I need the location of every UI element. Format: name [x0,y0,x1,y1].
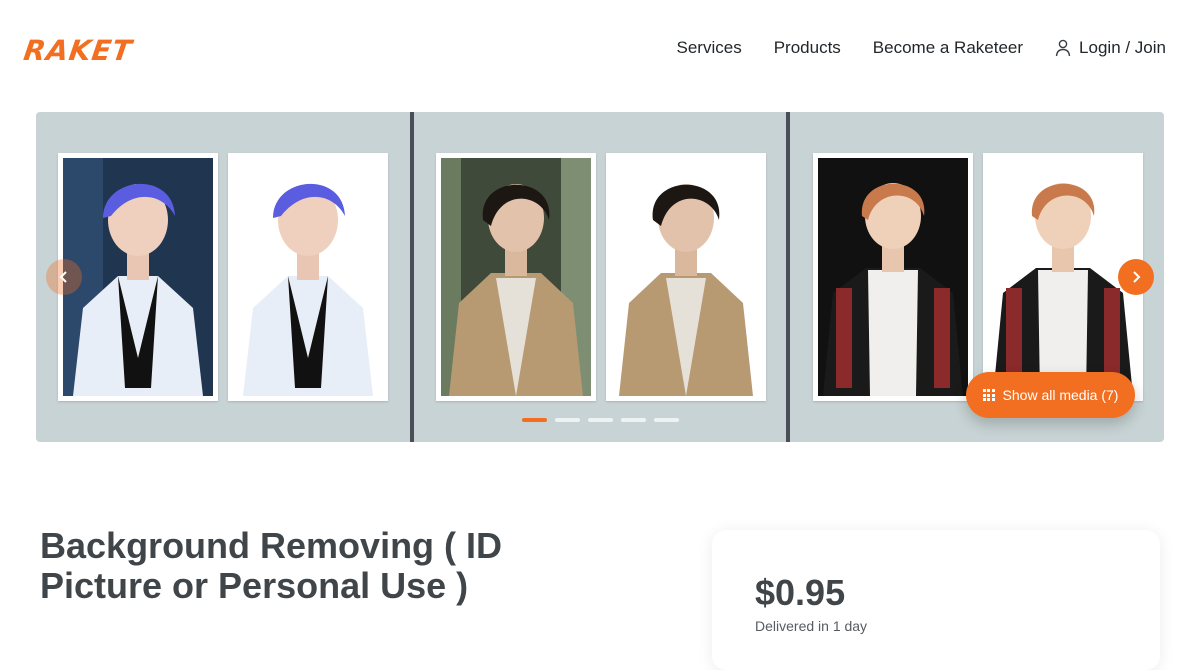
before-photo [436,153,596,401]
portrait-image [988,158,1138,396]
nav-become-raketeer[interactable]: Become a Raketeer [873,38,1023,58]
slide-divider [786,112,790,442]
login-join-label: Login / Join [1079,38,1166,57]
before-photo [813,153,973,401]
show-all-media-label: Show all media (7) [1002,387,1119,403]
after-photo [228,153,388,401]
user-icon [1055,39,1071,57]
price-card: $0.95 Delivered in 1 day [712,530,1160,670]
login-join-link[interactable]: Login / Join [1055,38,1166,58]
price-value: $0.95 [755,572,846,613]
before-photo [58,153,218,401]
pagination-dot[interactable] [621,418,646,422]
gallery-next-button[interactable] [1118,259,1154,295]
pagination-dot[interactable] [522,418,547,422]
gallery-slide-2[interactable] [414,112,786,442]
portrait-image [63,158,213,396]
gallery-slide-1[interactable] [36,112,410,442]
show-all-media-button[interactable]: Show all media (7) [966,372,1135,418]
gallery-pagination [522,418,679,422]
media-gallery[interactable]: Show all media (7) [36,112,1164,442]
portrait-image [441,158,591,396]
raket-logo[interactable]: RAKET [22,34,135,67]
portrait-image [233,158,383,396]
grid-icon [982,389,995,401]
after-photo [606,153,766,401]
listing-title: Background Removing ( ID Picture or Pers… [40,525,503,606]
pagination-dot[interactable] [654,418,679,422]
portrait-image [818,158,968,396]
chevron-left-icon [59,271,67,283]
site-header: RAKET Services Products Become a Raketee… [0,0,1200,100]
chevron-right-icon [1133,271,1141,283]
gallery-prev-button[interactable] [46,259,82,295]
nav-products[interactable]: Products [774,38,841,58]
pagination-dot[interactable] [555,418,580,422]
portrait-image [611,158,761,396]
delivery-time: Delivered in 1 day [755,618,868,634]
nav-services[interactable]: Services [677,38,742,58]
pagination-dot[interactable] [588,418,613,422]
main-nav: Services Products Become a Raketeer Logi… [677,38,1166,58]
